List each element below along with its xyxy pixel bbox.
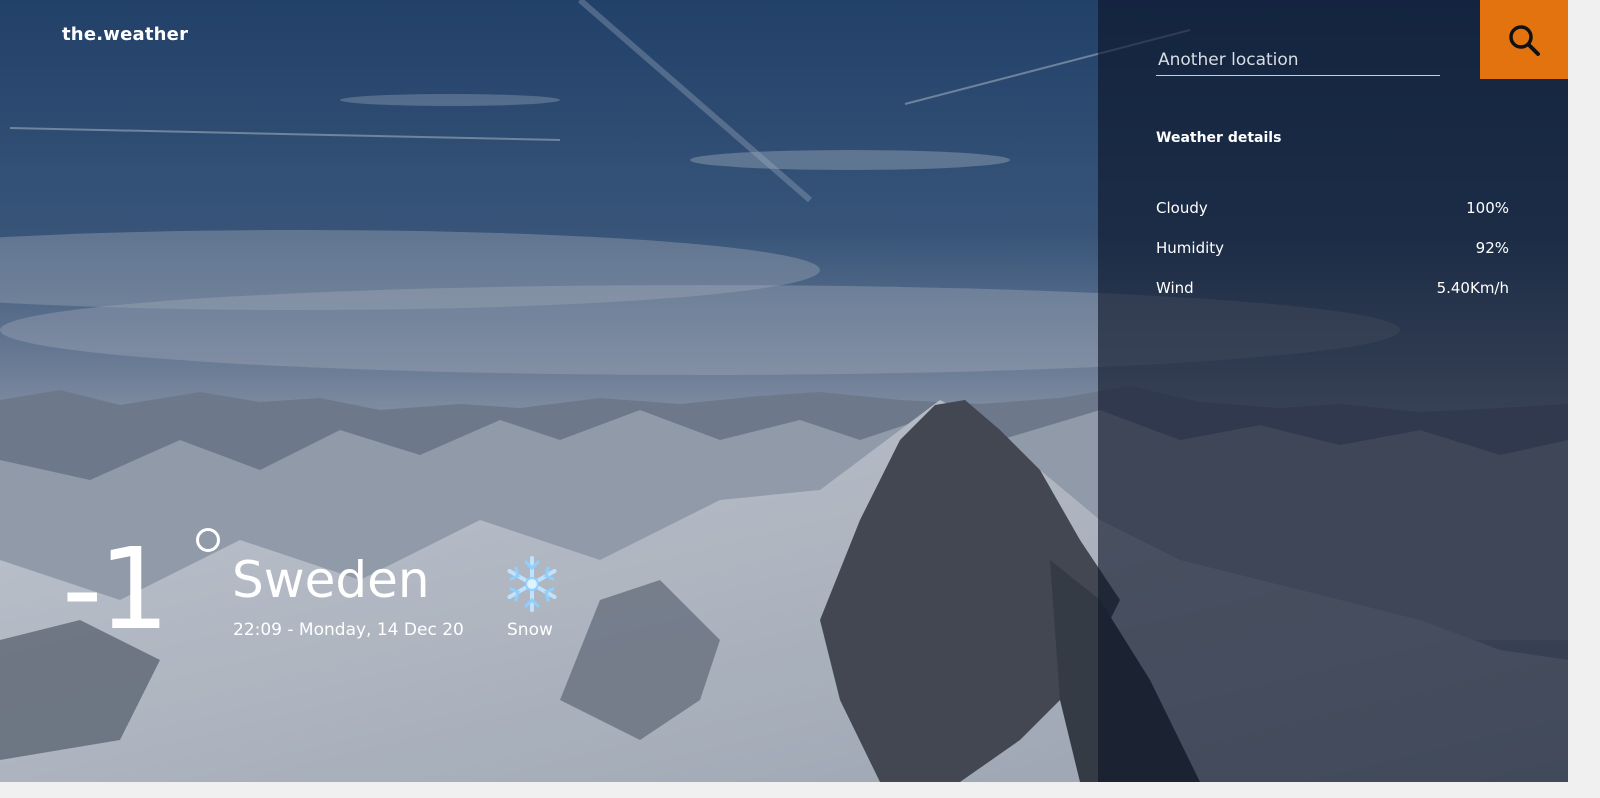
detail-value: 92%	[1475, 239, 1509, 257]
detail-row-wind: Wind 5.40Km/h	[1156, 279, 1509, 297]
condition-label: Snow	[507, 620, 553, 640]
detail-row-cloudy: Cloudy 100%	[1156, 199, 1509, 217]
detail-value: 5.40Km/h	[1436, 279, 1509, 297]
weather-details-title: Weather details	[1156, 130, 1282, 146]
detail-value: 100%	[1466, 199, 1509, 217]
search-icon	[1509, 24, 1540, 56]
degree-symbol	[196, 528, 220, 552]
snowflake-icon	[507, 556, 557, 612]
weather-app: the.weather Weather details Cloudy 100% …	[0, 0, 1568, 782]
city-name: Sweden	[232, 551, 430, 609]
weather-details-panel: Weather details Cloudy 100% Humidity 92%…	[1098, 0, 1568, 782]
search-button[interactable]	[1480, 0, 1568, 79]
temperature: -1	[62, 525, 170, 655]
detail-label: Humidity	[1156, 239, 1225, 257]
horizontal-scrollbar[interactable]	[0, 782, 1568, 798]
vertical-scrollbar[interactable]	[1568, 0, 1600, 798]
location-search-input[interactable]	[1156, 44, 1440, 76]
date-time: 22:09 - Monday, 14 Dec 20	[233, 620, 464, 640]
detail-label: Wind	[1156, 279, 1194, 297]
detail-label: Cloudy	[1156, 199, 1208, 217]
app-logo[interactable]: the.weather	[62, 24, 188, 45]
detail-row-humidity: Humidity 92%	[1156, 239, 1509, 257]
